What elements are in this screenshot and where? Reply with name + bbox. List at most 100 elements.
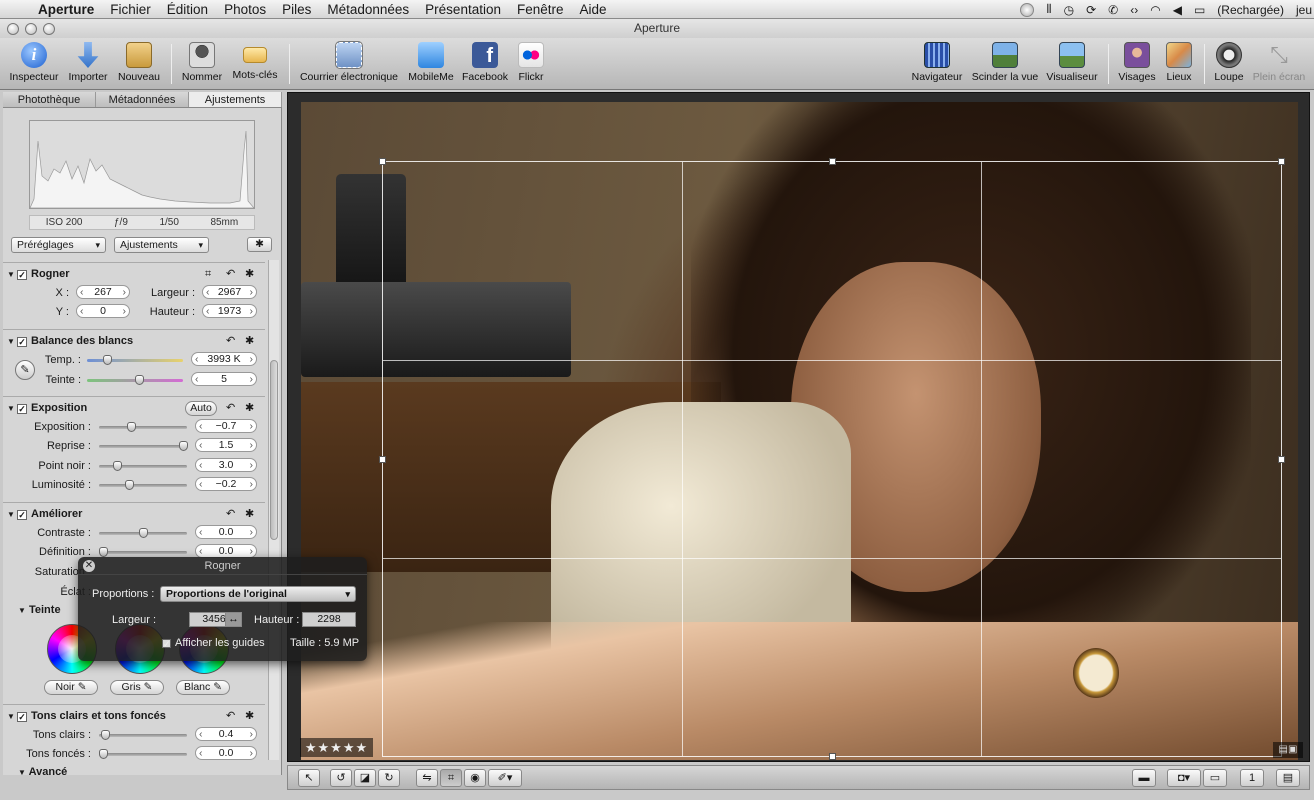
show-viewer-icon[interactable]: ▬ bbox=[1132, 769, 1156, 787]
status-icon[interactable] bbox=[1020, 2, 1035, 17]
crop-tool-icon[interactable]: ⌗ bbox=[205, 263, 211, 285]
tab-library[interactable]: Photothèque bbox=[3, 92, 96, 107]
slider-knob[interactable] bbox=[125, 480, 134, 490]
swap-dimensions-icon[interactable]: ↔ bbox=[225, 612, 242, 627]
menu-view[interactable]: Présentation bbox=[425, 2, 501, 17]
show-guides-checkbox[interactable]: ✓ bbox=[162, 639, 171, 649]
loupe-button[interactable]: Loupe bbox=[1210, 40, 1248, 83]
inspector-scrollbar[interactable] bbox=[268, 260, 279, 760]
advanced-subsection[interactable]: ▼ Avancé bbox=[18, 766, 67, 775]
flickr-button[interactable]: Flickr bbox=[513, 40, 549, 83]
image-viewer[interactable]: ▤▣ bbox=[287, 92, 1310, 762]
crop-checkbox[interactable]: ✓ bbox=[17, 270, 27, 280]
gray-eyedropper-button[interactable]: Gris ✎ bbox=[110, 680, 164, 695]
white-balance-checkbox[interactable]: ✓ bbox=[17, 337, 27, 347]
exposure-slider[interactable] bbox=[99, 422, 187, 432]
slider-knob[interactable] bbox=[127, 422, 136, 432]
scrollbar-thumb[interactable] bbox=[270, 360, 278, 540]
recovery-stepper[interactable]: 1.5 bbox=[195, 438, 257, 452]
gear-icon[interactable]: ✱ bbox=[245, 397, 254, 419]
exposure-section-header[interactable]: ▼ ✓ Exposition Auto ↶ ✱ bbox=[3, 396, 265, 418]
auto-exposure-button[interactable]: Auto bbox=[185, 401, 217, 416]
menu-file[interactable]: Fichier bbox=[110, 2, 151, 17]
viewer-options-icon[interactable]: ▤▣ bbox=[1273, 742, 1303, 758]
temp-slider[interactable] bbox=[87, 355, 183, 365]
menu-edit[interactable]: Édition bbox=[167, 2, 208, 17]
single-view-icon[interactable]: 1 bbox=[1240, 769, 1264, 787]
crop-tool-icon[interactable]: ⌗ bbox=[440, 769, 462, 787]
crop-handle-top-left[interactable] bbox=[379, 158, 386, 165]
exposure-checkbox[interactable]: ✓ bbox=[17, 404, 27, 414]
import-button[interactable]: Importer bbox=[66, 40, 110, 83]
disclosure-triangle-icon[interactable]: ▼ bbox=[7, 504, 17, 526]
rotate-right-icon[interactable]: ↻ bbox=[378, 769, 400, 787]
shadows-stepper[interactable]: 0.0 bbox=[195, 746, 257, 760]
new-button[interactable]: Nouveau bbox=[116, 40, 162, 83]
disclosure-triangle-icon[interactable]: ▼ bbox=[7, 331, 17, 353]
disclosure-triangle-icon[interactable]: ▼ bbox=[7, 264, 17, 286]
menu-extra-icon[interactable]: ⦀ bbox=[1046, 2, 1051, 17]
reset-icon[interactable]: ↶ bbox=[226, 330, 235, 352]
adjustments-popup[interactable]: Ajustements bbox=[114, 237, 209, 253]
black-eyedropper-button[interactable]: Noir ✎ bbox=[44, 680, 98, 695]
user-menu[interactable]: jeu bbox=[1296, 3, 1312, 17]
slider-knob[interactable] bbox=[113, 461, 122, 471]
black-point-slider[interactable] bbox=[99, 461, 187, 471]
menu-window[interactable]: Fenêtre bbox=[517, 2, 564, 17]
battery-status[interactable]: (Rechargée) bbox=[1217, 3, 1284, 17]
crop-x-stepper[interactable]: 267 bbox=[76, 285, 130, 299]
sync-icon[interactable]: ⟳ bbox=[1086, 3, 1096, 17]
viewer-button[interactable]: Visualiseur bbox=[1044, 40, 1100, 83]
crop-handle-top-right[interactable] bbox=[1278, 158, 1285, 165]
contrast-slider[interactable] bbox=[99, 528, 187, 538]
crop-handle-bottom[interactable] bbox=[829, 753, 836, 760]
battery-icon[interactable]: ▭ bbox=[1194, 3, 1205, 17]
code-icon[interactable]: ‹› bbox=[1130, 3, 1138, 17]
red-eye-tool-icon[interactable]: ◉ bbox=[464, 769, 486, 787]
slider-knob[interactable] bbox=[101, 730, 110, 740]
disclosure-triangle-icon[interactable]: ▼ bbox=[18, 606, 26, 615]
slider-knob[interactable] bbox=[179, 441, 188, 451]
tint-subsection[interactable]: ▼ Teinte bbox=[18, 604, 61, 616]
faces-button[interactable]: Visages bbox=[1116, 40, 1158, 83]
split-view-button[interactable]: Scinder la vue bbox=[969, 40, 1041, 83]
reset-icon[interactable]: ↶ bbox=[226, 705, 235, 727]
hud-height-field[interactable]: 2298 bbox=[302, 612, 356, 627]
presets-popup[interactable]: Préréglages bbox=[11, 237, 106, 253]
time-machine-icon[interactable]: ◷ bbox=[1064, 3, 1074, 17]
disclosure-triangle-icon[interactable]: ▼ bbox=[7, 706, 17, 728]
crop-width-stepper[interactable]: 2967 bbox=[202, 285, 257, 299]
select-tool-icon[interactable]: ↖ bbox=[298, 769, 320, 787]
crop-handle-top[interactable] bbox=[829, 158, 836, 165]
menu-app-name[interactable]: Aperture bbox=[38, 2, 94, 17]
temp-stepper[interactable]: 3993 K bbox=[191, 352, 257, 366]
keywords-button[interactable]: Mots-clés bbox=[229, 40, 281, 81]
wifi-icon[interactable]: ◠ bbox=[1150, 3, 1160, 17]
gear-icon[interactable]: ✱ bbox=[245, 330, 254, 352]
phone-icon[interactable]: ✆ bbox=[1108, 3, 1118, 17]
reset-icon[interactable]: ↶ bbox=[226, 263, 235, 285]
contrast-stepper[interactable]: 0.0 bbox=[195, 525, 257, 539]
exposure-stepper[interactable]: −0.7 bbox=[195, 419, 257, 433]
show-guides-option[interactable]: ✓ Afficher les guides bbox=[162, 637, 265, 649]
tint-slider[interactable] bbox=[87, 375, 183, 385]
tint-stepper[interactable]: 5 bbox=[191, 372, 257, 386]
enhance-checkbox[interactable]: ✓ bbox=[17, 510, 27, 520]
crop-rectangle[interactable] bbox=[379, 158, 1285, 760]
mobileme-button[interactable]: MobileMe bbox=[405, 40, 457, 83]
close-window-icon[interactable] bbox=[7, 23, 19, 35]
white-balance-section-header[interactable]: ▼ ✓ Balance des blancs ↶ ✱ bbox=[3, 329, 265, 351]
facebook-button[interactable]: f Facebook bbox=[461, 40, 509, 83]
crop-section-header[interactable]: ▼ ✓ Rogner ⌗ ↶ ✱ bbox=[3, 262, 265, 284]
slider-knob[interactable] bbox=[99, 749, 108, 759]
tab-adjustments[interactable]: Ajustements bbox=[189, 92, 282, 107]
email-button[interactable]: Courrier électronique bbox=[297, 40, 401, 83]
proportions-popup[interactable]: Proportions de l'original bbox=[160, 586, 356, 602]
name-button[interactable]: Nommer bbox=[179, 40, 225, 83]
menu-stacks[interactable]: Piles bbox=[282, 2, 311, 17]
slider-knob[interactable] bbox=[139, 528, 148, 538]
slider-knob[interactable] bbox=[103, 355, 112, 365]
inspector-button[interactable]: i Inspecteur bbox=[8, 40, 60, 83]
navigator-button[interactable]: Navigateur bbox=[909, 40, 965, 83]
slider-knob[interactable] bbox=[99, 547, 108, 557]
